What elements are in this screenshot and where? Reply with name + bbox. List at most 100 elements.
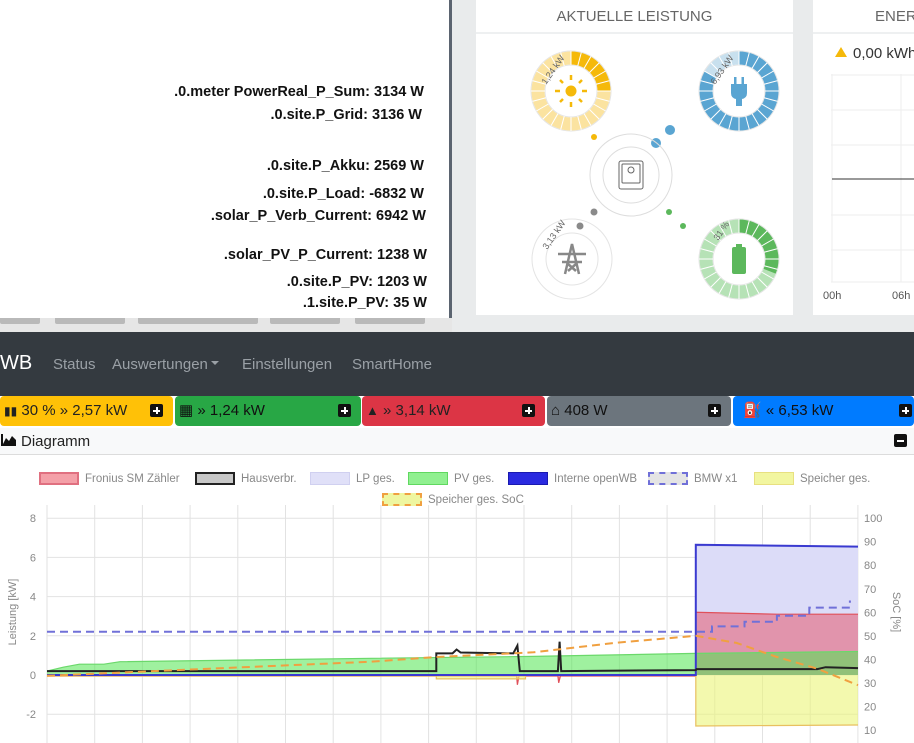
flow-dot-grid	[590, 208, 598, 216]
inverter-inner-ring	[602, 146, 660, 204]
debug-line: .0.site.P_PV: 1203 W	[286, 274, 427, 290]
battery-icon: ▮▮	[4, 404, 18, 418]
expand-plus-icon[interactable]	[708, 404, 721, 417]
legend-item[interactable]: Fronius SM Zähler	[39, 472, 180, 486]
nav-auswertungen-label: Auswertungen	[112, 356, 208, 373]
caret-down-icon	[210, 361, 219, 366]
power-flow-diagram: 1,24 kW 6,93 kW 3,13 kW 31 %	[530, 50, 780, 300]
legend-label: Interne openWB	[554, 473, 638, 485]
flow-dot-grid	[576, 222, 584, 230]
battery-status-box[interactable]: ▮▮ 30 % » 2,57 kW	[0, 396, 173, 426]
grid-ring	[531, 218, 613, 300]
legend-item[interactable]: Speicher ges.	[754, 472, 870, 486]
y-tick-label: -2	[26, 709, 36, 721]
energy-card: ENER 0,00 kWh 00h 06h	[813, 0, 914, 315]
debug-line: .solar_P_Verb_Current: 6942 W	[210, 208, 426, 224]
legend-item[interactable]: Interne openWB	[508, 472, 637, 486]
power-chart: 86420-2100908070605040302010 Leistung [k…	[7, 505, 902, 743]
nav-status[interactable]: Status	[53, 356, 96, 373]
brand-logo[interactable]: WB	[0, 352, 32, 375]
y-tick-label: 0	[30, 670, 36, 682]
card-title: AKTUELLE LEISTUNG	[476, 0, 793, 34]
charging-station-icon: ⛽	[743, 402, 762, 419]
legend-item[interactable]: LP ges.	[310, 472, 395, 486]
flow-dot-battery	[666, 209, 672, 215]
navbar: WB Status Auswertungen Einstellungen Sma…	[0, 332, 914, 396]
y-tick-label: 6	[30, 552, 36, 564]
pv-status-value: » 1,24 kW	[197, 402, 265, 419]
nav-smarthome[interactable]: SmartHome	[352, 356, 432, 373]
energy-value: 0,00 kWh	[853, 45, 914, 62]
flow-dot-pv	[591, 134, 597, 140]
charging-status-box[interactable]: ⛽ « 6,53 kW	[733, 396, 914, 426]
bookmark[interactable]	[138, 318, 258, 324]
area-chart-icon	[1, 434, 16, 446]
legend-label: Hausverbr.	[241, 473, 297, 485]
y2-tick-label: 70	[864, 584, 876, 596]
legend-label: Fronius SM Zähler	[85, 473, 180, 485]
inverter-ring	[589, 133, 673, 217]
house-status-value: 408 W	[564, 402, 608, 419]
x-tick: 06h	[892, 290, 911, 302]
charging-status-value: « 6,53 kW	[765, 402, 834, 419]
legend-label: BMW x1	[694, 473, 738, 485]
ring-outline	[531, 218, 613, 300]
y2-tick-label: 50	[864, 631, 876, 643]
bookmark[interactable]	[55, 318, 125, 324]
battery-status-value: 30 % » 2,57 kW	[21, 402, 128, 419]
series-area-speicher-ges-	[47, 675, 858, 726]
legend-label: LP ges.	[356, 473, 395, 485]
expand-plus-icon[interactable]	[522, 404, 535, 417]
y2-axis-label: SoC [%]	[890, 592, 902, 632]
debug-line: .0.site.P_Load: -6832 W	[262, 186, 424, 202]
power-tower-icon: ▲	[366, 403, 379, 418]
energy-chart	[831, 74, 914, 283]
y-axis-label: Leistung [kW]	[7, 579, 19, 646]
y2-tick-label: 30	[864, 678, 876, 690]
power-tower-icon	[558, 243, 586, 275]
bookmark[interactable]	[355, 318, 425, 324]
y2-tick-label: 100	[864, 513, 882, 525]
solar-panel-icon: ▦	[179, 402, 194, 419]
house-status-box[interactable]: ⌂ 408 W	[547, 396, 731, 426]
diagram-header[interactable]: Diagramm	[0, 428, 914, 455]
expand-plus-icon[interactable]	[338, 404, 351, 417]
bookmark[interactable]	[0, 318, 40, 324]
plug-icon	[731, 77, 747, 106]
battery-icon	[732, 244, 746, 274]
flow-dot-battery	[680, 223, 686, 229]
legend-item[interactable]: PV ges.	[408, 472, 494, 486]
y2-tick-label: 90	[864, 537, 876, 549]
legend-label: Speicher ges.	[800, 473, 871, 485]
y-tick-label: 4	[30, 592, 36, 604]
inverter-icon	[618, 160, 644, 190]
y2-tick-label: 80	[864, 560, 876, 572]
nav-auswertungen[interactable]: Auswertungen	[112, 356, 219, 373]
grid-status-box[interactable]: ▲ » 3,14 kW	[362, 396, 545, 426]
flow-dot-load	[665, 125, 675, 135]
collapse-minus-icon[interactable]	[894, 434, 907, 447]
sun-icon	[555, 75, 587, 107]
dashboard-background: AKTUELLE LEISTUNG 1,24 kW 6,93 kW 3,13 k…	[452, 0, 914, 332]
expand-plus-icon[interactable]	[150, 404, 163, 417]
bookmark[interactable]	[270, 318, 340, 324]
legend-label: PV ges.	[454, 473, 495, 485]
debug-line: .1.site.P_PV: 35 W	[302, 295, 427, 311]
legend-item[interactable]: BMW x1	[648, 472, 737, 486]
debug-line: .0.meter PowerReal_P_Sum: 3134 W	[174, 84, 424, 100]
diagram-title: Diagramm	[21, 433, 91, 450]
bookmarks-bar	[0, 318, 452, 332]
debug-line: .0.site.P_Akku: 2569 W	[266, 158, 424, 174]
legend-item[interactable]: Hausverbr.	[195, 472, 297, 486]
debug-line: .solar_PV_P_Current: 1238 W	[223, 247, 427, 263]
nav-einstellungen[interactable]: Einstellungen	[242, 356, 332, 373]
y-tick-label: 8	[30, 513, 36, 525]
debug-values-panel: .0.meter PowerReal_P_Sum: 3134 W .0.site…	[0, 0, 452, 320]
card-title: ENER	[813, 0, 914, 34]
expand-plus-icon[interactable]	[899, 404, 912, 417]
y2-tick-label: 40	[864, 654, 876, 666]
debug-line: .0.site.P_Grid: 3136 W	[270, 107, 422, 123]
x-tick: 00h	[823, 290, 842, 302]
pv-status-box[interactable]: ▦ » 1,24 kW	[175, 396, 361, 426]
y2-tick-label: 10	[864, 725, 876, 737]
